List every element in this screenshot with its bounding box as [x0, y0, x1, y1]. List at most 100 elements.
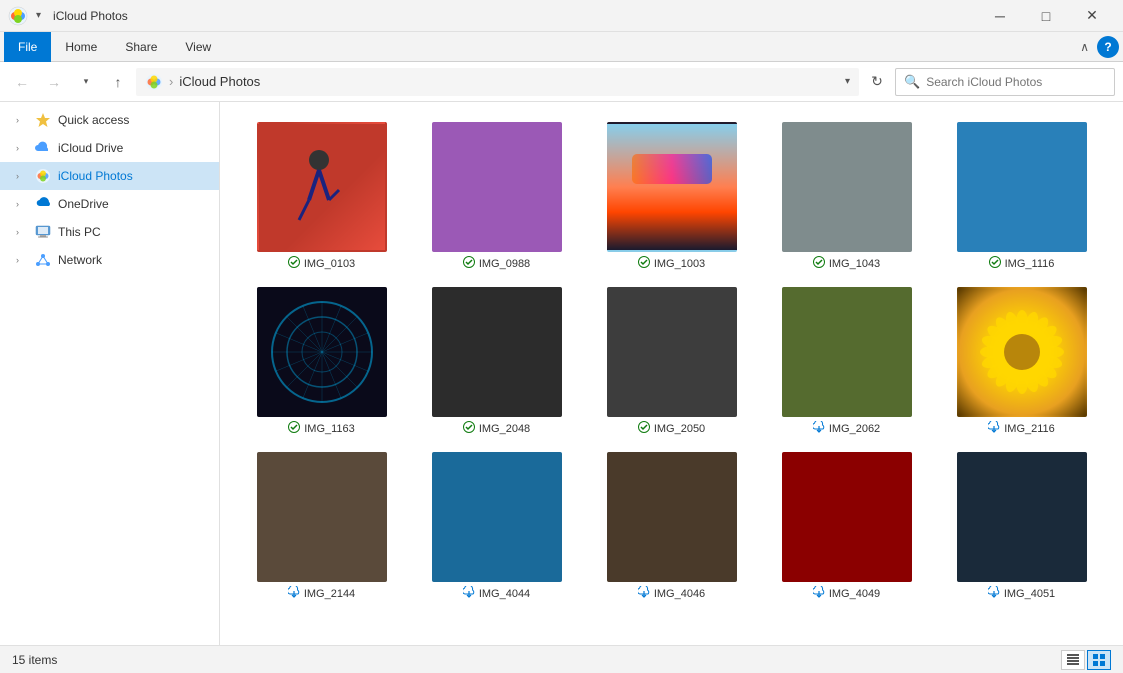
content-area: IMG_0103 IMG_0988 IMG_1003 IMG_1043 IMG_111…: [220, 102, 1123, 645]
photo-name: IMG_1003: [654, 258, 705, 270]
photo-item[interactable]: IMG_1003: [590, 122, 753, 271]
photo-name: IMG_0988: [479, 258, 530, 270]
sidebar-item-icloud-drive[interactable]: › iCloud Drive: [0, 134, 219, 162]
synced-icon: [638, 256, 650, 271]
photo-label: IMG_2050: [638, 421, 705, 436]
tab-file[interactable]: File: [4, 32, 51, 62]
chevron-icon: ›: [16, 255, 28, 265]
title-text: iCloud Photos: [53, 9, 128, 23]
icloud-photos-icon: [34, 167, 52, 185]
details-view-button[interactable]: [1061, 650, 1085, 670]
ribbon-right: ∧ ?: [1076, 36, 1119, 58]
photo-item[interactable]: IMG_4044: [415, 452, 578, 601]
photo-name: IMG_1116: [1005, 258, 1055, 270]
help-button[interactable]: ?: [1097, 36, 1119, 58]
photo-item[interactable]: IMG_1043: [765, 122, 928, 271]
photo-name: IMG_4051: [1004, 588, 1055, 600]
sidebar-label-this-pc: This PC: [58, 225, 101, 239]
tab-share[interactable]: Share: [111, 32, 171, 62]
sidebar-item-network[interactable]: › Network: [0, 246, 219, 274]
maximize-button[interactable]: □: [1023, 0, 1069, 32]
cloud-icon: [988, 586, 1000, 601]
chevron-icon: ›: [16, 227, 28, 237]
photo-item[interactable]: IMG_1116: [940, 122, 1103, 271]
photo-grid: IMG_0103 IMG_0988 IMG_1003 IMG_1043 IMG_111…: [236, 114, 1107, 609]
photo-item[interactable]: IMG_0988: [415, 122, 578, 271]
forward-dropdown-button[interactable]: ▾: [72, 68, 100, 96]
synced-icon: [463, 256, 475, 271]
sidebar-item-this-pc[interactable]: › This PC: [0, 218, 219, 246]
photo-label: IMG_1043: [813, 256, 880, 271]
app-icon: [8, 6, 28, 26]
quick-access-toolbar-dropdown[interactable]: ▾: [36, 10, 41, 21]
photo-label: IMG_2062: [813, 421, 880, 436]
cloud-icon: [288, 586, 300, 601]
up-button[interactable]: ↑: [104, 68, 132, 96]
photo-item[interactable]: IMG_2144: [240, 452, 403, 601]
photo-label: IMG_4046: [638, 586, 705, 601]
photo-label: IMG_0988: [463, 256, 530, 271]
photo-item[interactable]: IMG_2050: [590, 287, 753, 436]
chevron-icon: ›: [16, 143, 28, 153]
address-dropdown-arrow[interactable]: ▾: [845, 76, 850, 87]
photo-name: IMG_2116: [1004, 423, 1055, 435]
photo-item[interactable]: IMG_2048: [415, 287, 578, 436]
item-count: 15 items: [12, 653, 57, 667]
photo-name: IMG_2050: [654, 423, 705, 435]
photo-label: IMG_4051: [988, 586, 1055, 601]
sidebar-label-icloud-drive: iCloud Drive: [58, 141, 123, 155]
photo-item[interactable]: IMG_2062: [765, 287, 928, 436]
photo-label: IMG_1163: [288, 421, 355, 436]
address-icon: [145, 73, 163, 91]
icloud-drive-icon: [34, 139, 52, 157]
photo-label: IMG_1003: [638, 256, 705, 271]
sidebar-label-icloud-photos: iCloud Photos: [58, 169, 133, 183]
sidebar-label-network: Network: [58, 253, 102, 267]
chevron-icon: ›: [16, 171, 28, 181]
address-path[interactable]: › iCloud Photos ▾: [136, 68, 859, 96]
photo-name: IMG_1043: [829, 258, 880, 270]
minimize-button[interactable]: ─: [977, 0, 1023, 32]
search-input[interactable]: [926, 75, 1096, 89]
sidebar-item-onedrive[interactable]: › OneDrive: [0, 190, 219, 218]
back-button[interactable]: ←: [8, 68, 36, 96]
main-layout: › Quick access › iCloud Drive ›: [0, 102, 1123, 645]
photo-item[interactable]: IMG_1163: [240, 287, 403, 436]
sidebar-item-quick-access[interactable]: › Quick access: [0, 106, 219, 134]
tab-home[interactable]: Home: [51, 32, 111, 62]
photo-name: IMG_4044: [479, 588, 530, 600]
large-icons-view-button[interactable]: [1087, 650, 1111, 670]
photo-label: IMG_2116: [988, 421, 1055, 436]
address-bar: ← → ▾ ↑ › iCloud Photos ▾ ↻ 🔍: [0, 62, 1123, 102]
synced-icon: [463, 421, 475, 436]
sidebar-item-icloud-photos[interactable]: › iCloud Photos: [0, 162, 219, 190]
ribbon-collapse-button[interactable]: ∧: [1076, 36, 1093, 58]
refresh-button[interactable]: ↻: [863, 68, 891, 96]
photo-label: IMG_2048: [463, 421, 530, 436]
photo-item[interactable]: IMG_4046: [590, 452, 753, 601]
close-button[interactable]: ✕: [1069, 0, 1115, 32]
photo-name: IMG_2144: [304, 588, 355, 600]
photo-item[interactable]: IMG_4049: [765, 452, 928, 601]
photo-label: IMG_0103: [288, 256, 355, 271]
cloud-icon: [463, 586, 475, 601]
title-bar: ▾ iCloud Photos ─ □ ✕: [0, 0, 1123, 32]
photo-item[interactable]: IMG_4051: [940, 452, 1103, 601]
cloud-icon: [988, 421, 1000, 436]
tab-view[interactable]: View: [171, 32, 225, 62]
status-bar: 15 items: [0, 645, 1123, 673]
sidebar: › Quick access › iCloud Drive ›: [0, 102, 220, 645]
forward-button[interactable]: →: [40, 68, 68, 96]
ribbon: File Home Share View ∧ ?: [0, 32, 1123, 62]
cloud-icon: [638, 586, 650, 601]
chevron-icon: ›: [16, 199, 28, 209]
photo-name: IMG_4046: [654, 588, 705, 600]
sidebar-label-onedrive: OneDrive: [58, 197, 109, 211]
synced-icon: [288, 256, 300, 271]
photo-item[interactable]: IMG_2116: [940, 287, 1103, 436]
synced-icon: [638, 421, 650, 436]
photo-item[interactable]: IMG_0103: [240, 122, 403, 271]
photo-label: IMG_2144: [288, 586, 355, 601]
photo-name: IMG_0103: [304, 258, 355, 270]
search-box[interactable]: 🔍: [895, 68, 1115, 96]
